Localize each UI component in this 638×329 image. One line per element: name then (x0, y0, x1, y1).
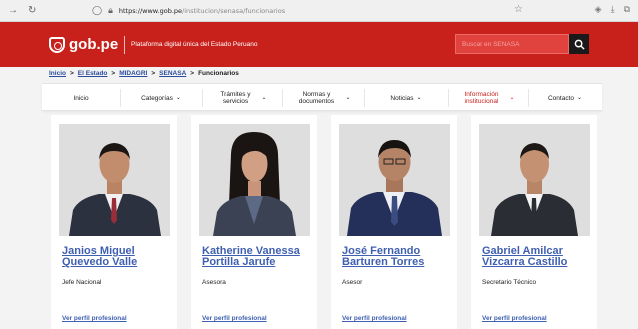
official-role: Secretario Técnico (482, 279, 537, 286)
breadcrumb-senasa[interactable]: SENASA (159, 70, 186, 77)
nav-separator (282, 89, 283, 107)
breadcrumb-chevron-icon: > (151, 70, 156, 77)
nav-item-inicio[interactable]: Inicio (46, 84, 116, 112)
search-icon (574, 39, 585, 50)
search-input[interactable]: Buscar en SENASA (455, 34, 569, 54)
chevron-down-icon: ⌄ (345, 94, 351, 101)
breadcrumb-chevron-icon: > (69, 70, 74, 77)
nav-item-categorias[interactable]: Categorías ⌄ (124, 84, 198, 112)
nav-separator (448, 89, 449, 107)
pocket-icon[interactable]: ◈ (595, 4, 602, 15)
browser-toolbar: → ↻ ◯ 🔒︎ https://www.gob.pe/institucion/… (0, 0, 638, 22)
download-icon[interactable]: ⤓ (611, 4, 615, 15)
breadcrumb-chevron-icon: > (111, 70, 116, 77)
breadcrumb-midagri[interactable]: MIDAGRI (119, 70, 147, 77)
nav-label: Categorías (141, 94, 173, 102)
forward-icon[interactable]: → (8, 5, 18, 16)
person-portrait-icon (59, 124, 170, 236)
reload-icon[interactable]: ↻ (28, 5, 36, 16)
nav-separator (120, 89, 121, 107)
nav-item-contacto[interactable]: Contacto ⌄ (532, 84, 598, 112)
nav-label: Normas y documentos (298, 91, 335, 105)
official-photo (479, 124, 590, 236)
nav-separator (528, 89, 529, 107)
nav-label: Contacto (547, 94, 574, 102)
site-logo[interactable]: gob.pe (49, 36, 118, 53)
nav-label: Noticias (390, 94, 414, 102)
nav-label: Inicio (73, 94, 89, 102)
nav-item-normas[interactable]: Normas y documentos ⌄ (286, 84, 360, 112)
official-card: Janios Miguel Quevedo Valle Jefe Naciona… (51, 115, 177, 329)
browser-extensions: ◈ ⤓ ⧉ (595, 4, 630, 15)
person-portrait-icon (199, 124, 310, 236)
chevron-down-icon: ⌄ (175, 94, 181, 101)
shield-icon: ◯ (92, 6, 103, 16)
url-host: https://www.gob.pe (118, 7, 183, 15)
official-role: Asesora (202, 279, 226, 286)
person-portrait-icon (479, 124, 590, 236)
official-name-link[interactable]: Janios Miguel Quevedo Valle (62, 246, 174, 268)
official-name-link[interactable]: Katherine Vanessa Portilla Jarufe (202, 246, 314, 268)
official-photo (59, 124, 170, 236)
bookmark-star-icon[interactable]: ☆ (514, 4, 523, 15)
breadcrumb-chevron-icon: > (190, 70, 195, 77)
nav-item-informacion-institucional[interactable]: Información institucional ⌄ (452, 84, 524, 112)
site-header: gob.pe Plataforma digital única del Esta… (0, 22, 638, 67)
search-button[interactable] (569, 34, 589, 54)
lock-icon: 🔒︎ (108, 6, 113, 16)
header-divider (124, 36, 125, 54)
chevron-down-icon: ⌄ (509, 94, 515, 101)
address-bar[interactable]: ◯ 🔒︎ https://www.gob.pe/institucion/sena… (92, 3, 532, 19)
official-role: Jefe Nacional (62, 279, 102, 286)
nav-separator (364, 89, 365, 107)
gob-logo-icon (49, 36, 65, 53)
view-profile-link[interactable]: Ver perfil profesional (342, 315, 407, 322)
extensions-icon[interactable]: ⧉ (624, 4, 630, 15)
chevron-down-icon: ⌄ (577, 94, 583, 101)
breadcrumb-inicio[interactable]: Inicio (49, 70, 66, 77)
nav-item-tramites[interactable]: Trámites y servicios ⌄ (206, 84, 278, 112)
official-name-link[interactable]: Gabriel Amilcar Vizcarra Castillo (482, 246, 594, 268)
nav-label: Trámites y servicios (220, 91, 251, 105)
official-name-link[interactable]: José Fernando Barturen Torres (342, 246, 454, 268)
breadcrumb: Inicio > El Estado > MIDAGRI > SENASA > … (49, 70, 239, 77)
view-profile-link[interactable]: Ver perfil profesional (202, 315, 267, 322)
nav-label: Información institucional (464, 91, 499, 105)
view-profile-link[interactable]: Ver perfil profesional (482, 315, 547, 322)
official-photo (339, 124, 450, 236)
official-role: Asesor (342, 279, 363, 286)
chevron-down-icon: ⌄ (261, 94, 267, 101)
main-nav: Inicio Categorías ⌄ Trámites y servicios ⌄… (42, 83, 602, 111)
official-card: José Fernando Barturen Torres Asesor Ver… (331, 115, 457, 329)
nav-separator (202, 89, 203, 107)
official-card: Katherine Vanessa Portilla Jarufe Asesor… (191, 115, 317, 329)
chevron-down-icon: ⌄ (416, 94, 422, 101)
person-portrait-icon (339, 124, 450, 236)
nav-item-noticias[interactable]: Noticias ⌄ (368, 84, 444, 112)
header-tagline: Plataforma digital única del Estado Peru… (131, 41, 258, 48)
logo-text: gob.pe (69, 36, 119, 53)
official-photo (199, 124, 310, 236)
view-profile-link[interactable]: Ver perfil profesional (62, 315, 127, 322)
official-card: Gabriel Amilcar Vizcarra Castillo Secret… (471, 115, 597, 329)
breadcrumb-el-estado[interactable]: El Estado (78, 70, 108, 77)
url-path: /institucion/senasa/funcionarios (182, 7, 286, 15)
browser-nav: → ↻ (8, 5, 98, 16)
breadcrumb-current: Funcionarios (198, 70, 239, 77)
